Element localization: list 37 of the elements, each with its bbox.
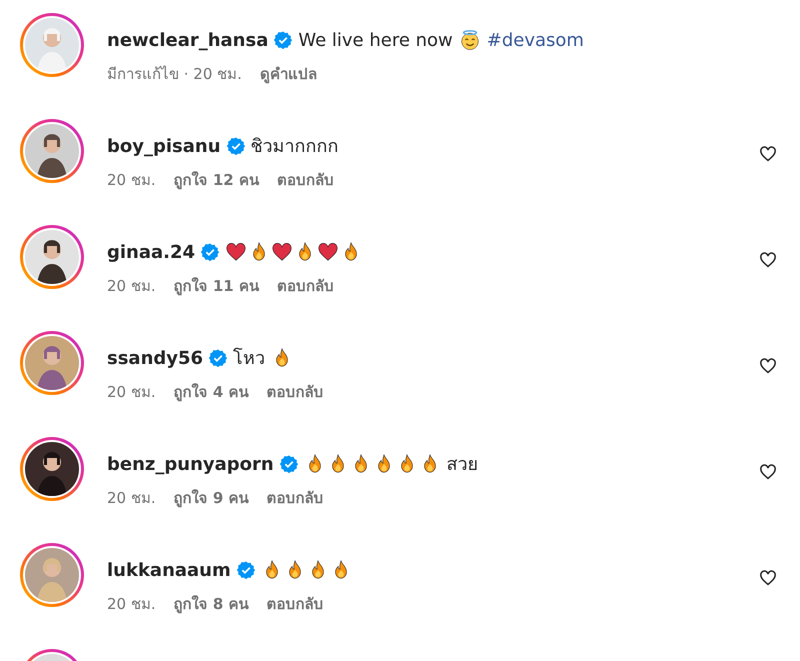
- comment-text: We live here now: [298, 28, 453, 52]
- meta-link[interactable]: ดูคำแปล: [260, 63, 317, 86]
- heart-icon: [225, 241, 248, 263]
- comment-text: โหว: [233, 346, 266, 370]
- meta-text: 20 ชม.: [107, 488, 156, 509]
- meta-text: 20 ชม.: [107, 382, 156, 403]
- meta-link[interactable]: ตอบกลับ: [266, 487, 324, 510]
- meta-text: มีการแก้ไข · 20 ชม.: [107, 64, 242, 85]
- meta-link[interactable]: ถูกใจ 9 คน: [174, 487, 249, 510]
- meta-text: 20 ชม.: [107, 594, 156, 615]
- like-button[interactable]: [759, 463, 777, 481]
- comment-text: ชิวมากกกก: [250, 134, 339, 158]
- username-link[interactable]: newclear_hansa: [107, 26, 268, 54]
- like-button[interactable]: [759, 569, 777, 587]
- meta-link[interactable]: ถูกใจ 11 คน: [174, 275, 259, 298]
- like-button[interactable]: [759, 251, 777, 269]
- meta-link[interactable]: ตอบกลับ: [276, 275, 334, 298]
- username-link[interactable]: ssandy56: [107, 344, 204, 372]
- comment-text: สวย: [446, 452, 479, 476]
- meta-link[interactable]: ตอบกลับ: [266, 593, 324, 616]
- meta-link[interactable]: ถูกใจ 8 คน: [174, 593, 249, 616]
- halo-smiley-icon: [458, 29, 481, 51]
- meta-link[interactable]: ตอบกลับ: [276, 169, 334, 192]
- like-button[interactable]: [759, 145, 777, 163]
- meta-link[interactable]: ถูกใจ 4 คน: [174, 381, 249, 404]
- hashtag-link[interactable]: #devasom: [486, 26, 584, 54]
- like-button[interactable]: [759, 357, 777, 375]
- meta-text: 20 ชม.: [107, 276, 156, 297]
- username-link[interactable]: ginaa.24: [107, 238, 196, 266]
- username-link[interactable]: lukkanaaum: [107, 556, 231, 584]
- username-link[interactable]: benz_punyaporn: [107, 450, 274, 478]
- meta-text: 20 ชม.: [107, 170, 156, 191]
- username-link[interactable]: boy_pisanu: [107, 132, 221, 160]
- meta-link[interactable]: ถูกใจ 12 คน: [174, 169, 259, 192]
- heart-icon: [271, 241, 294, 263]
- meta-link[interactable]: ตอบกลับ: [266, 381, 324, 404]
- heart-icon: [317, 241, 340, 263]
